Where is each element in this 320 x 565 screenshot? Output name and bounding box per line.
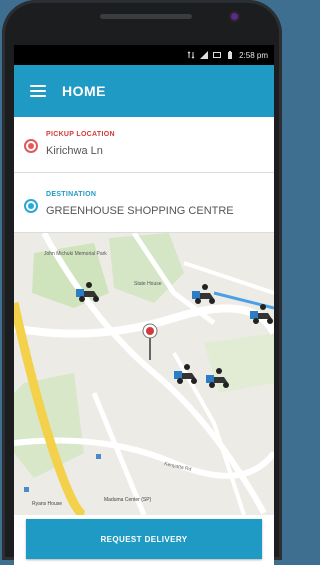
page-title: HOME <box>62 83 106 99</box>
app-bar: HOME <box>14 65 274 117</box>
map-canvas: John Michuki Memorial Park State House M… <box>14 233 274 515</box>
wifi-off-icon <box>213 52 222 58</box>
poi-icon <box>96 454 101 459</box>
pickup-label: PICKUP LOCATION <box>46 131 115 138</box>
pickup-value: Kirichwa Ln <box>46 145 103 157</box>
battery-icon <box>228 51 233 59</box>
location-pin-icon[interactable] <box>142 323 158 360</box>
delivery-bike-icon[interactable] <box>192 284 215 304</box>
destination-value: GREENHOUSE SHOPPING CENTRE <box>46 205 234 217</box>
map-label-park: John Michuki Memorial Park <box>44 251 107 257</box>
status-bar: 2:58 pm <box>14 45 274 65</box>
map-view[interactable]: John Michuki Memorial Park State House M… <box>14 233 274 515</box>
delivery-bike-icon[interactable] <box>174 364 197 384</box>
front-camera <box>231 13 238 20</box>
pickup-location-field[interactable]: PICKUP LOCATION Kirichwa Ln <box>14 117 274 173</box>
map-label-maduma: Maduma Center (SP) <box>104 497 152 503</box>
request-delivery-button[interactable]: REQUEST DELIVERY <box>26 519 262 559</box>
poi-icon <box>24 487 29 492</box>
screen: 2:58 pm HOME PICKUP LOCATION Kirichwa Ln… <box>14 45 274 565</box>
data-arrows-icon <box>187 51 195 59</box>
destination-field[interactable]: DESTINATION GREENHOUSE SHOPPING CENTRE <box>14 177 274 233</box>
destination-dot-inner <box>28 203 34 209</box>
pickup-dot-inner <box>28 143 34 149</box>
status-time: 2:58 pm <box>239 50 268 60</box>
map-label-state-house: State House <box>134 281 162 287</box>
map-label-ryan-house: Ryans House <box>32 501 62 507</box>
destination-label: DESTINATION <box>46 191 97 198</box>
signal-icon <box>200 51 209 59</box>
map-label-road: Kenyatta Rd <box>164 461 192 473</box>
road <box>183 261 274 295</box>
menu-icon[interactable] <box>30 85 46 97</box>
phone-frame: 2:58 pm HOME PICKUP LOCATION Kirichwa Ln… <box>2 0 282 565</box>
earpiece <box>100 14 192 19</box>
